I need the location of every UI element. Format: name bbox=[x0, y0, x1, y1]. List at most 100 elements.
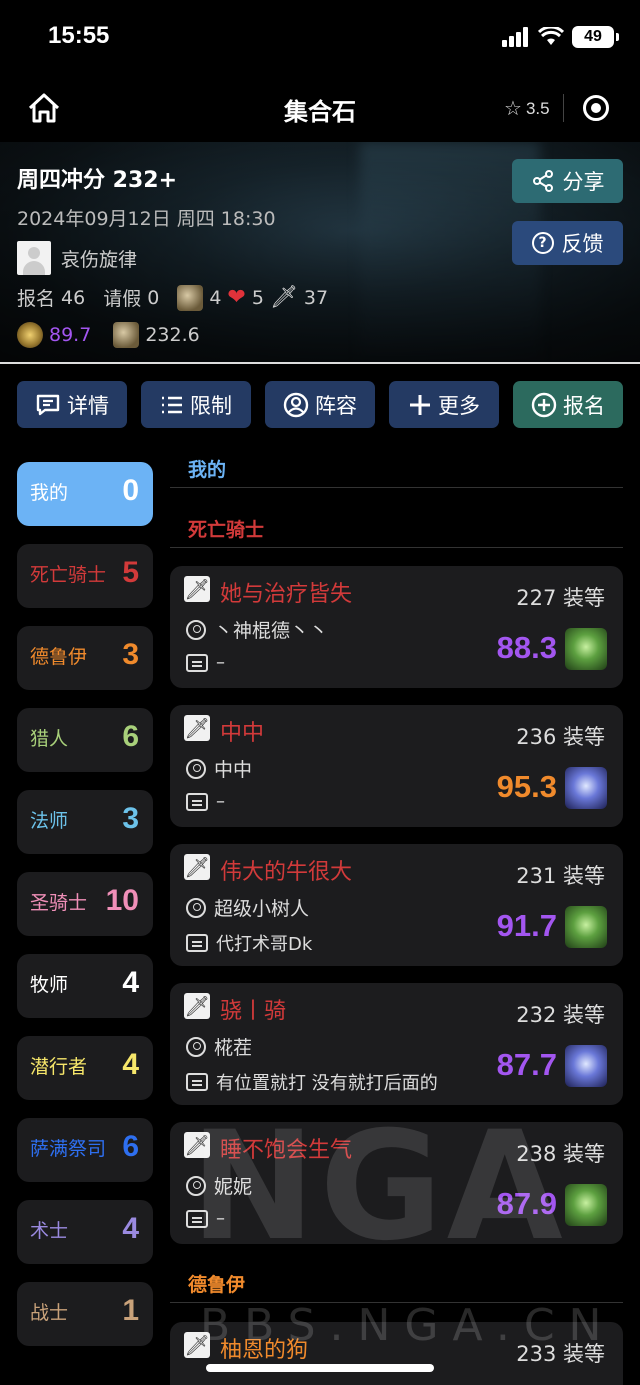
member-card[interactable]: 🗡 柚恩的狗 233 装等 bbox=[170, 1322, 623, 1385]
class-name: 我的 bbox=[30, 482, 69, 504]
class-item-druid[interactable]: 德鲁伊 3 bbox=[17, 626, 153, 690]
target-icon[interactable] bbox=[582, 94, 610, 122]
member-card[interactable]: 🗡 她与治疗皆失 227 装等 丶神棍德丶丶 – 88.3 bbox=[170, 566, 623, 688]
member-note: 有位置就打 没有就打后面的 bbox=[186, 1069, 438, 1095]
class-count: 0 bbox=[122, 474, 139, 507]
status-time: 15:55 bbox=[48, 22, 110, 49]
raid-date: 2024年09月12日 周四 18:30 bbox=[17, 208, 276, 230]
signal-icon bbox=[502, 27, 528, 47]
member-name: 柚恩的狗 bbox=[220, 1338, 309, 1363]
leave-count: 0 bbox=[147, 286, 160, 309]
plus-circle-icon bbox=[531, 392, 557, 417]
member-ilvl: 231 装等 bbox=[516, 864, 605, 888]
blue-skull-icon bbox=[565, 767, 607, 809]
more-label: 更多 bbox=[438, 393, 480, 418]
avatar bbox=[17, 241, 51, 275]
sword-icon: 🗡 bbox=[184, 993, 210, 1019]
member-user: 丶神棍德丶丶 bbox=[186, 616, 328, 643]
class-item-mine[interactable]: 我的 0 bbox=[17, 462, 153, 526]
sword-icon: 🗡 bbox=[184, 1332, 210, 1358]
signup-count: 46 bbox=[61, 286, 86, 309]
class-item-rogue[interactable]: 潜行者 4 bbox=[17, 1036, 153, 1100]
member-user: 妮妮 bbox=[186, 1172, 252, 1199]
class-count: 3 bbox=[122, 802, 139, 835]
raid-stats: 报名 46 请假 0 4 ❤ 5 🗡 37 bbox=[17, 284, 328, 311]
user-icon bbox=[186, 897, 206, 918]
tank-count: 4 bbox=[209, 286, 222, 309]
class-item-death-knight[interactable]: 死亡骑士 5 bbox=[17, 544, 153, 608]
medal-icon bbox=[17, 322, 43, 348]
tank-icon bbox=[177, 284, 204, 311]
member-ilvl: 232 装等 bbox=[516, 1003, 605, 1027]
score-value: 89.7 bbox=[49, 324, 92, 346]
home-indicator bbox=[206, 1364, 434, 1372]
lineup-button[interactable]: 阵容 bbox=[265, 381, 375, 428]
class-name: 术士 bbox=[30, 1220, 69, 1242]
feedback-button[interactable]: ? 反馈 bbox=[512, 221, 623, 265]
member-ilvl: 238 装等 bbox=[516, 1142, 605, 1166]
class-item-shaman[interactable]: 萨满祭司 6 bbox=[17, 1118, 153, 1182]
signup-button[interactable]: 报名 bbox=[513, 381, 623, 428]
details-button[interactable]: 详情 bbox=[17, 381, 127, 428]
sword-icon: 🗡 bbox=[184, 854, 210, 880]
section-header-druid: 德鲁伊 bbox=[188, 1274, 246, 1296]
class-item-warlock[interactable]: 术士 4 bbox=[17, 1200, 153, 1264]
member-name: 骁丨骑 bbox=[220, 999, 287, 1024]
nav-divider bbox=[563, 94, 564, 122]
class-count: 3 bbox=[122, 638, 139, 671]
more-button[interactable]: 更多 bbox=[389, 381, 499, 428]
class-name: 牧师 bbox=[30, 974, 69, 996]
heart-icon: ❤ bbox=[227, 285, 246, 310]
sword-icon: 🗡 bbox=[269, 285, 298, 310]
class-item-priest[interactable]: 牧师 4 bbox=[17, 954, 153, 1018]
share-label: 分享 bbox=[562, 170, 605, 194]
section-divider bbox=[170, 547, 623, 548]
comment-icon bbox=[186, 1209, 208, 1228]
share-button[interactable]: 分享 bbox=[512, 159, 623, 203]
nav-bar: 集合石 ☆ 3.5 bbox=[0, 78, 640, 142]
class-name: 死亡骑士 bbox=[30, 564, 107, 586]
class-item-mage[interactable]: 法师 3 bbox=[17, 790, 153, 854]
member-score: 95.3 bbox=[496, 769, 557, 804]
user-circle-icon bbox=[283, 392, 309, 417]
member-name: 中中 bbox=[220, 721, 265, 746]
class-count: 4 bbox=[122, 966, 139, 999]
member-ilvl: 227 装等 bbox=[516, 586, 605, 610]
raid-score: 89.7 232.6 bbox=[17, 322, 200, 348]
class-item-warrior[interactable]: 战士 1 bbox=[17, 1282, 153, 1346]
dps-count: 37 bbox=[303, 286, 329, 309]
class-item-hunter[interactable]: 猎人 6 bbox=[17, 708, 153, 772]
limits-button[interactable]: 限制 bbox=[141, 381, 251, 428]
member-card[interactable]: 🗡 伟大的牛很大 231 装等 超级小树人 代打术哥Dk 91.7 bbox=[170, 844, 623, 966]
member-score: 88.3 bbox=[496, 630, 557, 665]
plus-icon bbox=[410, 394, 430, 415]
rating-value: 3.5 bbox=[525, 98, 550, 118]
member-card[interactable]: 🗡 骁丨骑 232 装等 椛茬 有位置就打 没有就打后面的 87.7 bbox=[170, 983, 623, 1105]
member-note: 代打术哥Dk bbox=[186, 930, 312, 956]
limits-label: 限制 bbox=[190, 393, 232, 418]
member-name: 她与治疗皆失 bbox=[220, 582, 353, 607]
class-item-paladin[interactable]: 圣骑士 10 bbox=[17, 872, 153, 936]
member-card[interactable]: 🗡 中中 236 装等 中中 – 95.3 bbox=[170, 705, 623, 827]
ilvl-value: 232.6 bbox=[145, 324, 200, 346]
banner-divider bbox=[0, 362, 640, 364]
signup-label: 报名 bbox=[563, 393, 605, 418]
status-icons: 49 bbox=[502, 26, 619, 48]
raid-leader[interactable]: 哀伤旋律 bbox=[17, 241, 137, 275]
member-user: 超级小树人 bbox=[186, 894, 309, 921]
member-card[interactable]: 🗡 睡不饱会生气 238 装等 妮妮 – 87.9 bbox=[170, 1122, 623, 1244]
raid-title: 周四冲分 232+ bbox=[17, 168, 178, 193]
list-icon bbox=[162, 396, 182, 413]
user-icon bbox=[186, 758, 206, 779]
user-icon bbox=[186, 1175, 206, 1196]
action-bar: 详情 限制 阵容 更多 报名 bbox=[17, 381, 623, 429]
blue-skull-icon bbox=[565, 1045, 607, 1087]
share-icon bbox=[532, 170, 553, 192]
comment-icon bbox=[186, 653, 208, 672]
feedback-label: 反馈 bbox=[561, 232, 604, 256]
member-note: – bbox=[186, 1208, 225, 1229]
member-user: 椛茬 bbox=[186, 1033, 252, 1060]
class-count: 1 bbox=[122, 1294, 139, 1327]
rating-button[interactable]: ☆ 3.5 bbox=[504, 96, 550, 121]
signup-label: 报名 bbox=[17, 288, 56, 310]
